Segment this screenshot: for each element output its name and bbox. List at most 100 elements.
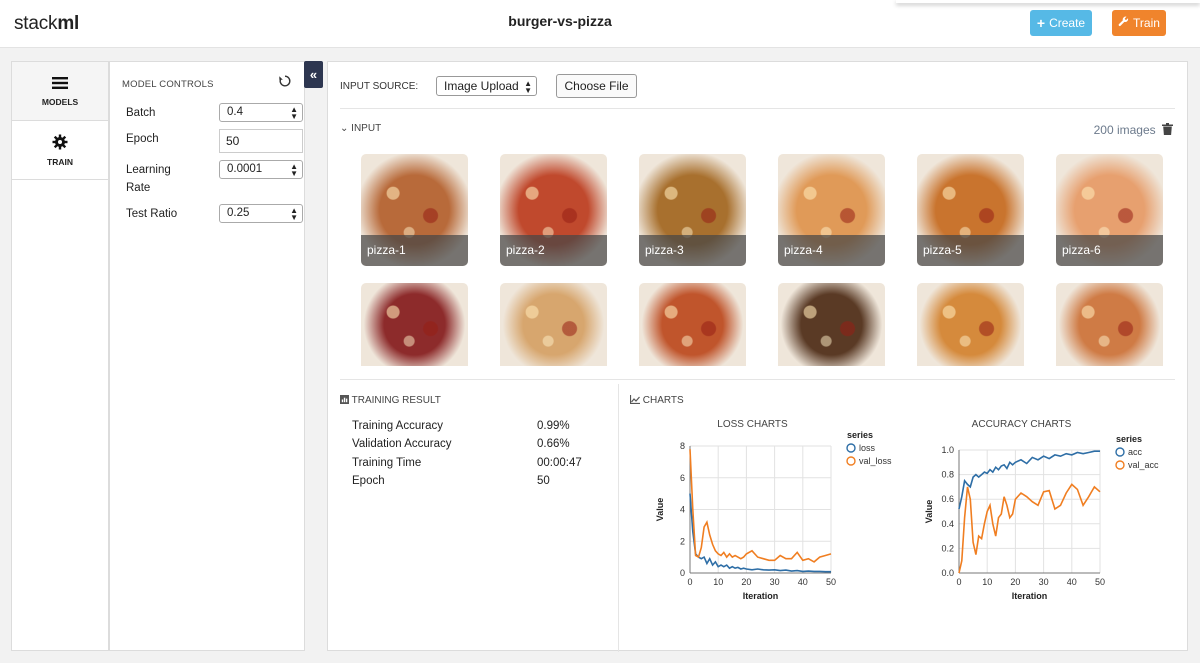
- legend-marker: [846, 456, 856, 466]
- updown-icon: ▲ ▼: [524, 79, 532, 95]
- x-tick-label: 30: [770, 577, 780, 587]
- collapse-panel-button[interactable]: «: [304, 61, 323, 88]
- legend-label: loss: [859, 443, 876, 453]
- chevron-down-icon: ⌄: [340, 123, 349, 134]
- image-thumbnail[interactable]: pizza-5: [917, 154, 1024, 266]
- batch-select[interactable]: 0.4 ▲ ▼: [219, 103, 303, 122]
- line-chart-icon: [629, 395, 640, 406]
- choose-file-button[interactable]: Choose File: [556, 74, 637, 98]
- x-tick-label: 40: [798, 577, 808, 587]
- y-tick-label: 0.4: [941, 519, 954, 529]
- input-section-toggle[interactable]: ⌄ INPUT: [340, 123, 381, 134]
- legend-marker: [1115, 447, 1125, 457]
- image-thumbnail[interactable]: pizza-2: [500, 154, 607, 266]
- training-result-heading: TRAINING RESULT: [340, 395, 441, 406]
- trash-icon[interactable]: [1159, 123, 1173, 137]
- learning-rate-label: Learning Rate: [126, 164, 171, 194]
- pizza-photo: [1056, 283, 1163, 366]
- double-chevron-left-icon: «: [309, 67, 318, 82]
- y-tick-label: 1.0: [941, 445, 954, 455]
- bar-chart-icon: [340, 395, 349, 406]
- series-line-val_acc: [958, 483, 1101, 574]
- updown-icon: ▲ ▼: [290, 162, 298, 178]
- reset-icon[interactable]: [278, 74, 292, 92]
- plus-icon: +: [1036, 15, 1046, 31]
- result-value: 0.66%: [537, 438, 570, 450]
- test-ratio-select[interactable]: 0.25 ▲ ▼: [219, 204, 303, 223]
- side-nav: MODELS TRAIN: [11, 61, 109, 651]
- y-tick-label: 6: [680, 473, 685, 483]
- epoch-input[interactable]: 50: [219, 129, 303, 153]
- gear-icon: [52, 134, 68, 152]
- legend-label: val_acc: [1128, 460, 1159, 470]
- image-thumbnail[interactable]: [1056, 283, 1163, 366]
- legend-label: val_loss: [859, 456, 892, 466]
- pizza-photo: [361, 283, 468, 366]
- input-source-select[interactable]: Image Upload ▲ ▼: [436, 76, 537, 96]
- image-caption: pizza-3: [639, 235, 746, 266]
- pizza-photo: [917, 283, 1024, 366]
- panel-title: MODEL CONTROLS: [122, 79, 214, 90]
- pizza-photo: [778, 283, 885, 366]
- x-tick-label: 30: [1039, 577, 1049, 587]
- divider: [340, 108, 1175, 109]
- image-thumbnail[interactable]: [778, 283, 885, 366]
- wrench-icon: [1118, 16, 1129, 30]
- y-axis-label: Value: [655, 498, 665, 522]
- main-panel: INPUT SOURCE: Image Upload ▲ ▼ Choose File…: [327, 61, 1188, 652]
- image-thumbnail[interactable]: pizza-1: [361, 154, 468, 266]
- menu-icon: [52, 76, 68, 92]
- x-axis-label: Iteration: [743, 591, 779, 601]
- chart-title: ACCURACY CHARTS: [972, 419, 1072, 430]
- nav-label: MODELS: [41, 96, 79, 107]
- charts-heading: CHARTS: [629, 395, 684, 406]
- image-caption: pizza-1: [361, 235, 468, 266]
- train-button[interactable]: Train: [1112, 10, 1166, 36]
- image-thumbnail[interactable]: [639, 283, 746, 366]
- pizza-photo: [500, 283, 607, 366]
- image-thumbnail[interactable]: [500, 283, 607, 366]
- chart-title: LOSS CHARTS: [717, 419, 788, 430]
- x-axis-label: Iteration: [1012, 591, 1048, 601]
- nav-item-train[interactable]: TRAIN: [12, 121, 108, 180]
- loss-chart: LOSS CHARTS 0 10 20 30 40 50 0 2 4 6 8 Iteration Valu…: [655, 419, 892, 601]
- y-axis-label: Value: [924, 500, 934, 524]
- y-tick-label: 0.2: [941, 543, 954, 553]
- legend-title: series: [847, 430, 873, 440]
- updown-icon: ▲ ▼: [290, 206, 298, 222]
- y-tick-label: 2: [680, 536, 685, 546]
- nav-item-models[interactable]: MODELS: [12, 62, 108, 121]
- x-tick-label: 20: [1010, 577, 1020, 587]
- x-tick-label: 0: [956, 577, 961, 587]
- image-thumbnail[interactable]: [917, 283, 1024, 366]
- image-caption: pizza-4: [778, 235, 885, 266]
- y-tick-label: 0.0: [941, 568, 954, 578]
- x-tick-label: 10: [713, 577, 723, 587]
- learning-rate-select[interactable]: 0.0001 ▲ ▼: [219, 160, 303, 179]
- divider: [340, 379, 1175, 380]
- series-line-val_loss: [689, 449, 832, 563]
- result-value: 00:00:47: [537, 457, 582, 469]
- image-thumbnail[interactable]: pizza-3: [639, 154, 746, 266]
- batch-label: Batch: [126, 107, 156, 119]
- legend-title: series: [1116, 434, 1142, 444]
- image-count: 200 images: [1094, 123, 1173, 137]
- image-caption: pizza-6: [1056, 235, 1163, 266]
- epoch-label: Epoch: [126, 133, 159, 145]
- updown-icon: ▲ ▼: [290, 105, 298, 121]
- image-thumbnail[interactable]: pizza-4: [778, 154, 885, 266]
- x-tick-label: 0: [687, 577, 692, 587]
- x-tick-label: 50: [1095, 577, 1105, 587]
- x-tick-label: 50: [826, 577, 836, 587]
- nav-label: TRAIN: [47, 156, 73, 167]
- legend-marker: [1115, 460, 1125, 470]
- image-thumbnail[interactable]: pizza-6: [1056, 154, 1163, 266]
- create-button[interactable]: + Create: [1030, 10, 1092, 36]
- y-tick-label: 4: [680, 505, 685, 515]
- image-grid: pizza-1 pizza-2 pizza-3 pizza-4 pizza-5 pizza…: [361, 154, 1166, 366]
- result-label: Epoch: [352, 475, 385, 487]
- project-title: burger-vs-pizza: [508, 13, 612, 29]
- divider: [618, 384, 619, 652]
- result-label: Validation Accuracy: [352, 438, 452, 450]
- image-thumbnail[interactable]: [361, 283, 468, 366]
